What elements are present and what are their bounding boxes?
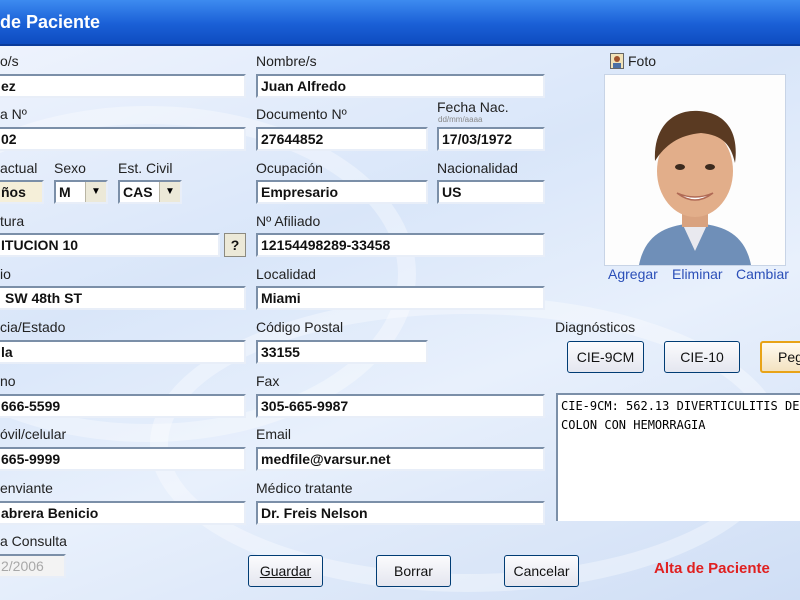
medico-enviante-field[interactable]: abrera Benicio [0,501,246,525]
codigo-postal-label: Código Postal [256,319,344,335]
patient-photo [604,74,786,266]
ficha-field[interactable]: 02 [0,127,246,151]
apellido-field[interactable]: ez [0,74,246,98]
cobertura-label: tura [0,213,25,229]
nacionalidad-label: Nacionalidad [437,160,518,176]
photo-agregar-link[interactable]: Agregar [608,266,658,282]
documento-label: Documento Nº [256,106,347,122]
photo-eliminar-link[interactable]: Eliminar [672,266,723,282]
nacionalidad-field[interactable]: US [437,180,545,204]
movil-field[interactable]: 665-9999 [0,447,246,471]
nombre-label: Nombre/s [256,53,317,69]
status-text: Alta de Paciente [654,560,770,577]
sexo-select[interactable]: M ▼ [54,180,108,204]
cie9cm-button[interactable]: CIE-9CM [567,341,644,373]
fax-field[interactable]: 305-665-9987 [256,394,545,418]
email-label: Email [256,426,292,442]
cie10-button[interactable]: CIE-10 [664,341,740,373]
diagnosticos-textarea[interactable]: CIE-9CM: 562.13 DIVERTICULITIS DE COLON … [556,393,800,521]
cobertura-help-button[interactable]: ? [224,233,246,257]
photo-label: Foto [628,53,657,69]
documento-field[interactable]: 27644852 [256,127,428,151]
photo-icon [610,53,624,69]
localidad-label: Localidad [256,266,316,282]
afiliado-field[interactable]: 12154498289-33458 [256,233,545,257]
movil-label: óvil/celular [0,426,67,442]
diagnosticos-label: Diagnósticos [555,319,636,335]
fecha-nac-hint: dd/mm/aaaa [438,115,483,124]
dropdown-arrow-icon[interactable]: ▼ [159,182,180,202]
apellido-label: o/s [0,53,19,69]
localidad-field[interactable]: Miami [256,286,545,310]
estado-civil-value: CAS [123,184,153,200]
provincia-field[interactable]: la [0,340,246,364]
edad-field: ños [0,180,44,204]
codigo-postal-field[interactable]: 33155 [256,340,428,364]
window-title: de Paciente [0,12,101,32]
form-panel: o/s ez Nombre/s Juan Alfredo a Nº 02 Doc… [0,46,800,600]
sexo-label: Sexo [54,160,86,176]
pegar-button[interactable]: Peg [760,341,800,373]
photo-cambiar-link[interactable]: Cambiar [736,266,789,282]
fecha-nac-label: Fecha Nac. [437,99,509,115]
domicilio-value: SW 48th ST [5,290,83,306]
fecha-nac-field[interactable]: 17/03/1972 [437,127,545,151]
email-field[interactable]: medfile@varsur.net [256,447,545,471]
title-bar: de Paciente [0,0,800,46]
telefono-label: no [0,373,16,389]
medico-tratante-field[interactable]: Dr. Freis Nelson [256,501,545,525]
nombre-field[interactable]: Juan Alfredo [256,74,545,98]
fax-label: Fax [256,373,280,389]
borrar-button[interactable]: Borrar [376,555,451,587]
cobertura-field[interactable]: ITUCION 10 [0,233,220,257]
medico-enviante-label: enviante [0,480,53,496]
ocupacion-label: Ocupación [256,160,323,176]
estado-civil-select[interactable]: CAS ▼ [118,180,182,204]
domicilio-field[interactable]: SW 48th ST [0,286,246,310]
edad-label: actual [0,160,38,176]
domicilio-label: io [0,266,11,282]
medico-tratante-label: Médico tratante [256,480,353,496]
estado-civil-label: Est. Civil [118,160,173,176]
sexo-value: M [59,184,71,200]
fecha-consulta-label: a Consulta [0,533,67,549]
ocupacion-field[interactable]: Empresario [256,180,428,204]
dropdown-arrow-icon[interactable]: ▼ [85,182,106,202]
guardar-label: Guardar [259,563,312,579]
fecha-consulta-field: 2/2006 [0,554,66,578]
provincia-label: cia/Estado [0,319,66,335]
telefono-field[interactable]: 666-5599 [0,394,246,418]
guardar-button[interactable]: Guardar [248,555,323,587]
cancelar-button[interactable]: Cancelar [504,555,579,587]
ficha-label: a Nº [0,106,27,122]
afiliado-label: Nº Afiliado [256,213,321,229]
